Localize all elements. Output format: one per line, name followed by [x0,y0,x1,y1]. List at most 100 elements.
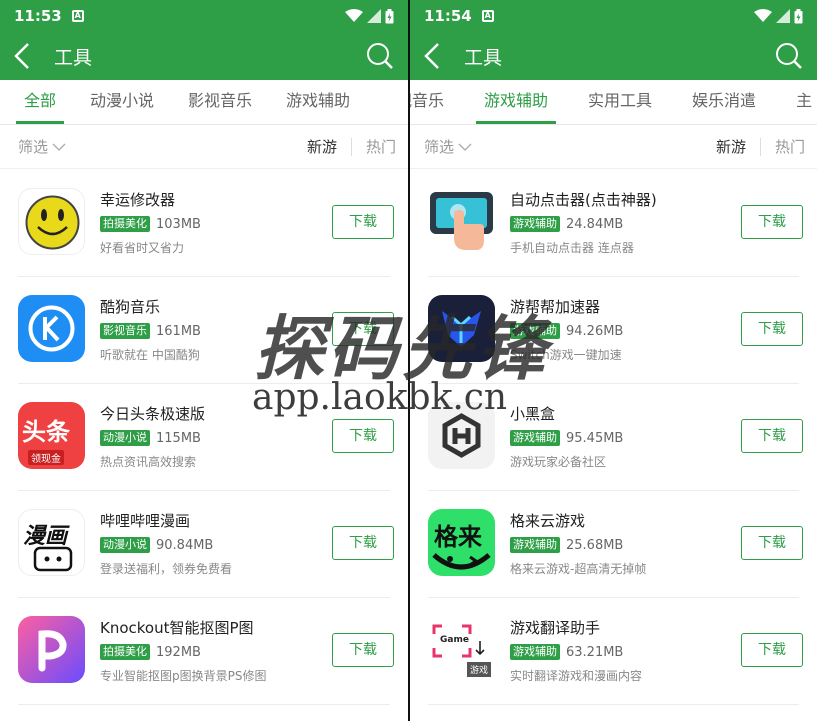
list-item[interactable]: 游帮帮加速器 游戏辅助 94.26MB Switch游戏一键加速 下载 [410,277,817,384]
app-name: 格来云游戏 [510,512,586,530]
status-bar: 11:53 A [0,0,408,32]
notification-icon: A [71,10,84,22]
app-meta: 拍摄美化 192MB [100,644,201,660]
divider [18,704,390,705]
toutiao-icon-text: 头条 [22,418,70,446]
app-meta: 游戏辅助 24.84MB [510,216,623,232]
category-tag: 游戏辅助 [510,537,560,553]
status-time: 11:54 [424,7,472,25]
app-description: 格来云游戏-超高清无掉帧 [510,562,647,576]
download-button[interactable]: 下载 [332,312,394,346]
filter-label: 筛选 [18,138,49,156]
toutiao-icon-sub: 领现金 [28,450,64,465]
battery-icon [385,8,394,23]
app-name: 自动点击器(点击神器) [510,191,657,209]
sort-divider [759,137,761,156]
filter-dropdown[interactable]: 筛选 [424,136,472,157]
filter-bar: 筛选 新游 热门 [410,125,817,169]
list-item[interactable]: 格来 格来云游戏 游戏辅助 25.68MB 格来云游戏-超高清无掉帧 下载 [410,491,817,598]
app-name: Knockout智能抠图P图 [100,619,254,637]
list-item[interactable]: 头条 领现金 今日头条极速版 动漫小说 115MB 热点资讯高效搜索 下载 [0,384,408,491]
sort-hot[interactable]: 热门 [775,136,805,157]
app-size: 63.21MB [566,644,624,660]
download-button[interactable]: 下载 [332,419,394,453]
category-tag: 动漫小说 [100,430,150,446]
translate-icon-game: Game [440,635,469,645]
app-meta: 拍摄美化 103MB [100,216,201,232]
download-button[interactable]: 下载 [741,419,803,453]
download-button[interactable]: 下载 [332,526,394,560]
app-description: Switch游戏一键加速 [510,348,622,362]
game-translate-icon: Game 游戏 [428,616,495,683]
download-button[interactable]: 下载 [332,205,394,239]
tab-all[interactable]: 全部 [15,80,65,124]
chevron-down-icon [52,143,66,151]
list-item[interactable]: Game 游戏 游戏翻译助手 游戏辅助 63.21MB 实时翻译游戏和漫画内容 下… [410,598,817,705]
page-title: 工具 [54,46,93,69]
tab-game-assist[interactable]: 游戏辅助 [286,80,350,124]
download-button[interactable]: 下载 [741,526,803,560]
status-bar: 11:54 A [410,0,817,32]
signal-icon [776,9,790,23]
list-item[interactable]: 漫画 哔哩哔哩漫画 动漫小说 90.84MB 登录送福利，领券免费看 下载 [0,491,408,598]
app-size: 95.45MB [566,430,624,446]
app-description: 好看省时又省力 [100,241,185,255]
tab-anime-novel[interactable]: 动漫小说 [90,80,154,124]
list-item[interactable]: 小黑盒 游戏辅助 95.45MB 游戏玩家必备社区 下载 [410,384,817,491]
tab-utility[interactable]: 实用工具 [588,80,652,124]
search-button[interactable] [364,40,396,72]
app-size: 103MB [156,216,201,232]
battery-icon [794,8,803,23]
download-button[interactable]: 下载 [741,633,803,667]
sort-new[interactable]: 新游 [307,136,337,157]
divider [428,704,799,705]
category-tag: 拍摄美化 [100,216,150,232]
search-button[interactable] [773,40,805,72]
phone-screen-left: 11:53 A 工具 全部 动漫小说 影视音乐 游戏辅助 筛选 新游 热门 幸运… [0,0,408,721]
wifi-icon [754,9,772,22]
wifi-icon [345,9,363,22]
sort-new[interactable]: 新游 [716,136,746,157]
download-button[interactable]: 下载 [741,312,803,346]
app-description: 登录送福利，领券免费看 [100,562,233,576]
tab-game-assist[interactable]: 游戏辅助 [476,80,557,124]
category-tag: 拍摄美化 [100,644,150,660]
app-name: 小黑盒 [510,405,556,423]
app-meta: 游戏辅助 63.21MB [510,644,623,660]
category-tag: 游戏辅助 [510,430,560,446]
list-item[interactable]: 幸运修改器 拍摄美化 103MB 好看省时又省力 下载 [0,170,408,277]
app-list: 幸运修改器 拍摄美化 103MB 好看省时又省力 下载 酷狗音乐 影视音乐 161M… [0,170,408,705]
back-arrow-icon [424,43,439,69]
toutiao-icon: 头条 领现金 [18,402,85,469]
tab-more[interactable]: 主 [796,80,812,124]
tab-entertainment[interactable]: 娱乐消遣 [692,80,756,124]
app-name: 幸运修改器 [100,191,176,209]
tab-video-music[interactable]: 视音乐 [410,80,444,124]
app-name: 游戏翻译助手 [510,619,601,637]
tab-video-music[interactable]: 影视音乐 [188,80,252,124]
knockout-icon [18,616,85,683]
list-item[interactable]: 酷狗音乐 影视音乐 161MB 听歌就在 中国酷狗 下载 [0,277,408,384]
gelai-icon: 格来 [428,509,495,576]
xiaoheihe-icon [428,402,495,469]
category-tag: 游戏辅助 [510,216,560,232]
screenshot-comparison: 11:53 A 工具 全部 动漫小说 影视音乐 游戏辅助 筛选 新游 热门 幸运… [0,0,817,721]
app-meta: 游戏辅助 94.26MB [510,323,623,339]
app-size: 25.68MB [566,537,624,553]
download-button[interactable]: 下载 [332,633,394,667]
app-size: 192MB [156,644,201,660]
sort-hot[interactable]: 热门 [366,136,396,157]
back-button[interactable] [422,40,450,72]
app-name: 哔哩哔哩漫画 [100,512,191,530]
app-size: 24.84MB [566,216,624,232]
back-button[interactable] [12,40,40,72]
filter-dropdown[interactable]: 筛选 [18,136,66,157]
list-item[interactable]: 自动点击器(点击神器) 游戏辅助 24.84MB 手机自动点击器 连点器 下载 [410,170,817,277]
category-tabs: 视音乐 游戏辅助 实用工具 娱乐消遣 主 [410,80,817,125]
page-title: 工具 [464,46,503,69]
download-button[interactable]: 下载 [741,205,803,239]
app-description: 实时翻译游戏和漫画内容 [510,669,643,683]
phone-screen-right: 11:54 A 工具 视音乐 游戏辅助 实用工具 娱乐消遣 主 [408,0,817,721]
list-item[interactable]: Knockout智能抠图P图 拍摄美化 192MB 专业智能抠图p图换背景PS修图… [0,598,408,705]
app-meta: 游戏辅助 25.68MB [510,537,623,553]
